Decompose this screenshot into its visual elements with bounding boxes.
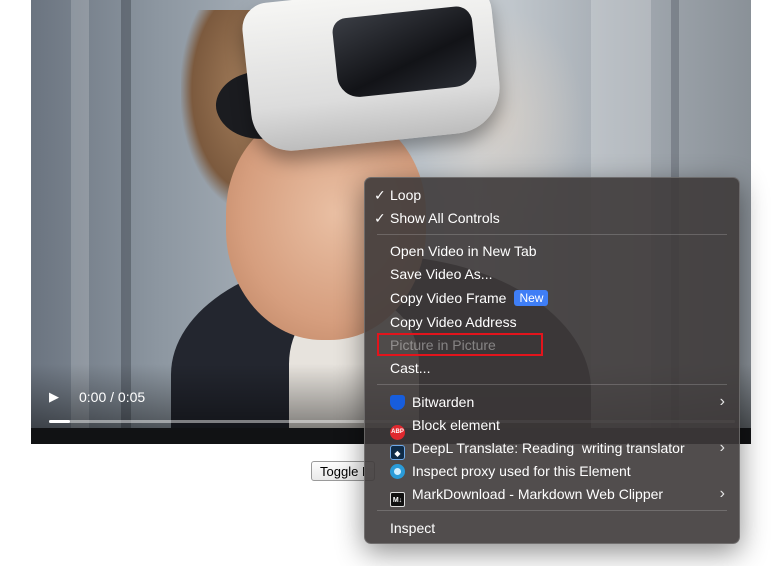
menu-item-save-video-as[interactable]: Save Video As...	[365, 263, 739, 285]
menu-item-label: Bitwarden	[412, 394, 475, 410]
menu-item-block-element[interactable]: ABP Block element	[365, 414, 739, 440]
menu-separator	[377, 510, 727, 511]
menu-item-inspect-proxy[interactable]: Inspect proxy used for this Element	[365, 460, 739, 482]
time-display: 0:00 / 0:05	[79, 389, 146, 405]
bitwarden-icon	[390, 395, 405, 410]
vr-headset-visor	[331, 4, 479, 100]
menu-item-inspect[interactable]: Inspect	[365, 517, 739, 539]
highlight-box	[377, 333, 543, 356]
menu-item-loop[interactable]: ✓ Loop	[365, 184, 739, 206]
menu-item-cast[interactable]: Cast...	[365, 357, 739, 379]
menu-separator	[377, 384, 727, 385]
markdown-icon: M↓	[390, 492, 405, 507]
menu-item-copy-video-address[interactable]: Copy Video Address	[365, 311, 739, 333]
menu-item-open-in-new-tab[interactable]: Open Video in New Tab	[365, 240, 739, 262]
checkmark-icon: ✓	[374, 187, 386, 203]
new-badge: New	[514, 290, 549, 306]
menu-item-markdownload[interactable]: M↓ MarkDownload - Markdown Web Clipper ›	[365, 483, 739, 507]
menu-item-label: Copy Video Frame	[390, 290, 507, 306]
chevron-right-icon: ›	[719, 485, 725, 502]
chevron-right-icon: ›	[719, 439, 725, 456]
play-icon[interactable]: ▶	[49, 389, 63, 405]
context-menu: ✓ Loop ✓ Show All Controls Open Video in…	[364, 177, 740, 544]
progress-fill	[49, 420, 70, 423]
chevron-right-icon: ›	[719, 393, 725, 410]
menu-item-label: Inspect proxy used for this Element	[412, 463, 631, 479]
menu-item-label: Block element	[412, 417, 500, 433]
proxy-icon	[390, 464, 405, 479]
menu-item-show-all-controls[interactable]: ✓ Show All Controls	[365, 207, 739, 229]
menu-separator	[377, 234, 727, 235]
menu-item-deepl-translate[interactable]: ◆ DeepL Translate: Reading writing transl…	[365, 437, 739, 460]
menu-item-label: Loop	[390, 187, 422, 203]
menu-item-copy-video-frame[interactable]: Copy Video Frame New	[365, 287, 739, 309]
deepl-icon: ◆	[390, 445, 405, 460]
menu-item-label: Show All Controls	[390, 210, 500, 226]
menu-item-label: MarkDownload - Markdown Web Clipper	[412, 486, 664, 502]
menu-item-label: DeepL Translate: Reading writing transla…	[412, 440, 685, 456]
menu-item-bitwarden[interactable]: Bitwarden ›	[365, 391, 739, 413]
checkmark-icon: ✓	[374, 210, 386, 226]
